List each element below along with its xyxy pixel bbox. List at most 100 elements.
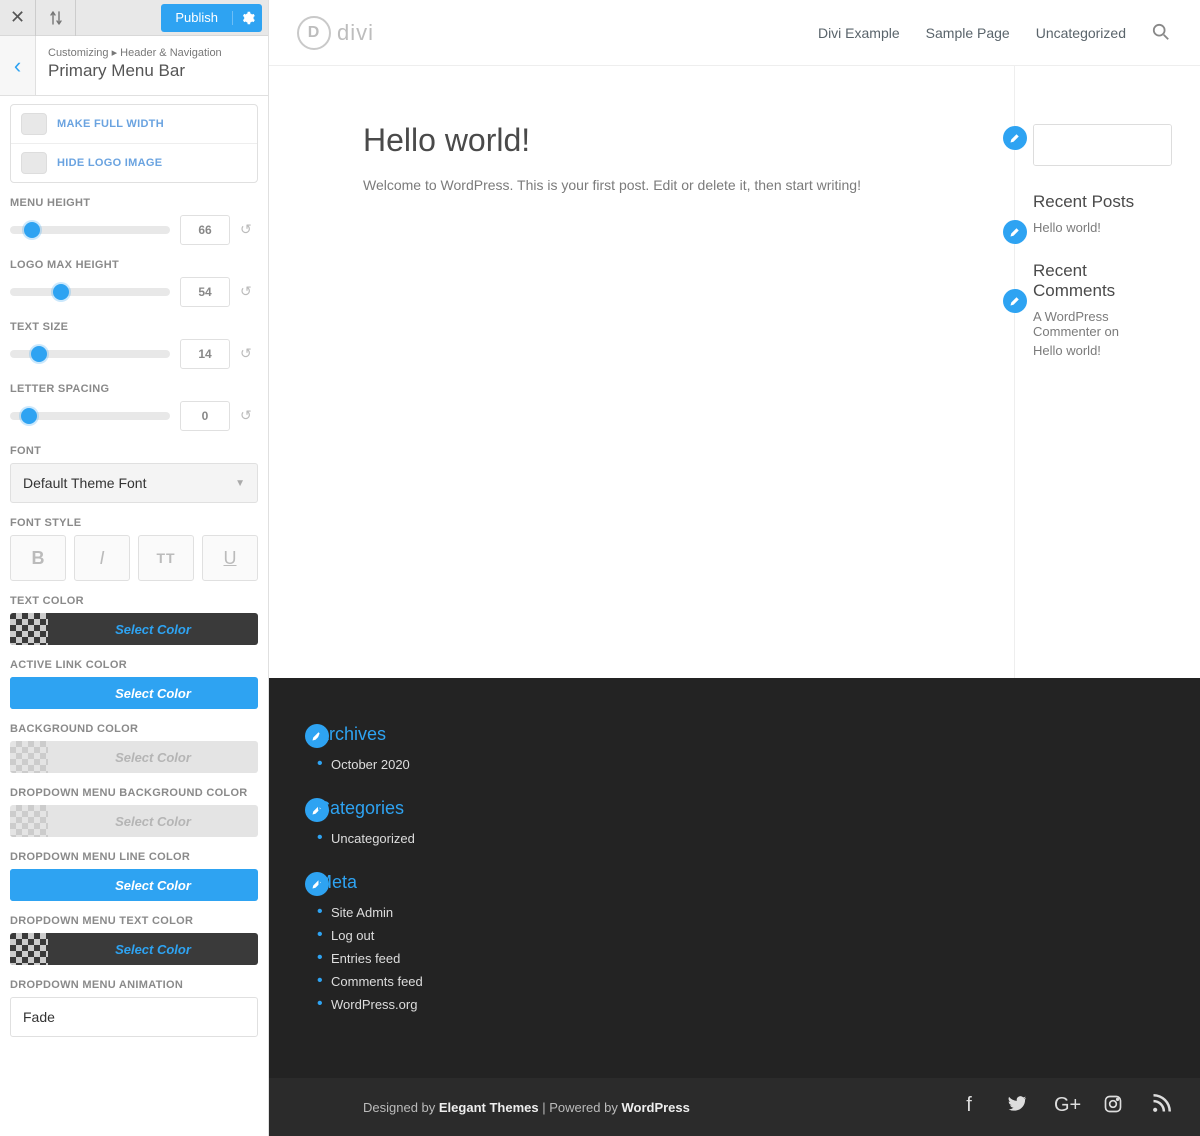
- color-picker-label: Select Color: [48, 805, 258, 837]
- dropdown-text-color-picker[interactable]: Select Color: [10, 933, 258, 965]
- letter-spacing-slider[interactable]: [10, 412, 170, 420]
- edit-pin-icon[interactable]: [1003, 220, 1027, 244]
- search-icon[interactable]: [1152, 23, 1172, 43]
- site-logo[interactable]: D divi: [297, 16, 374, 50]
- site-preview: D divi Divi Example Sample Page Uncatego…: [269, 0, 1200, 1136]
- field-label: DROPDOWN MENU ANIMATION: [10, 979, 258, 991]
- text-size-value[interactable]: 14: [180, 339, 230, 369]
- color-picker-label: Select Color: [48, 869, 258, 901]
- primary-nav: Divi Example Sample Page Uncategorized: [818, 23, 1172, 43]
- field-label: MENU HEIGHT: [10, 197, 258, 209]
- field-label: BACKGROUND COLOR: [10, 723, 258, 735]
- social-icons: f G+: [958, 1094, 1172, 1120]
- footer-credit-link[interactable]: WordPress: [621, 1100, 689, 1115]
- nav-link[interactable]: Uncategorized: [1036, 25, 1126, 41]
- footer-heading: Meta: [317, 872, 1140, 893]
- underline-button[interactable]: U: [202, 535, 258, 581]
- dropdown-bg-color-picker[interactable]: Select Color: [10, 805, 258, 837]
- reset-icon[interactable]: ↺: [240, 407, 258, 425]
- dropdown-line-color-picker[interactable]: Select Color: [10, 869, 258, 901]
- dropdown-animation-value: Fade: [23, 1009, 55, 1025]
- field-label: DROPDOWN MENU TEXT COLOR: [10, 915, 258, 927]
- close-icon[interactable]: ✕: [0, 0, 36, 36]
- twitter-icon[interactable]: [1006, 1094, 1028, 1120]
- reorder-icon[interactable]: [36, 0, 76, 36]
- field-label: ACTIVE LINK COLOR: [10, 659, 258, 671]
- search-input[interactable]: [1034, 125, 1172, 165]
- slider-knob[interactable]: [24, 222, 40, 238]
- field-label: DROPDOWN MENU LINE COLOR: [10, 851, 258, 863]
- footer-credit-link[interactable]: Elegant Themes: [439, 1100, 539, 1115]
- sidebar: Search Recent Posts Hello world! Recent …: [1014, 66, 1200, 678]
- logo-max-height-slider[interactable]: [10, 288, 170, 296]
- uppercase-button[interactable]: TT: [138, 535, 194, 581]
- bold-button[interactable]: B: [10, 535, 66, 581]
- dropdown-animation-select[interactable]: Fade: [10, 997, 258, 1037]
- nav-link[interactable]: Divi Example: [818, 25, 900, 41]
- field-label: FONT STYLE: [10, 517, 258, 529]
- field-label: LOGO MAX HEIGHT: [10, 259, 258, 271]
- nav-link[interactable]: Sample Page: [926, 25, 1010, 41]
- slider-knob[interactable]: [21, 408, 37, 424]
- slider-knob[interactable]: [31, 346, 47, 362]
- logo-max-height-value[interactable]: 54: [180, 277, 230, 307]
- customizer-topbar: ✕ Publish: [0, 0, 268, 36]
- google-plus-icon[interactable]: G+: [1054, 1094, 1076, 1120]
- facebook-icon[interactable]: f: [958, 1094, 980, 1120]
- footer-link[interactable]: Uncategorized: [331, 831, 415, 846]
- reset-icon[interactable]: ↺: [240, 345, 258, 363]
- reset-icon[interactable]: ↺: [240, 221, 258, 239]
- letter-spacing-value[interactable]: 0: [180, 401, 230, 431]
- hide-logo-switch[interactable]: [21, 152, 47, 174]
- publish-button[interactable]: Publish: [161, 10, 232, 25]
- footer-link[interactable]: Site Admin: [331, 905, 393, 920]
- toggle-full-width: MAKE FULL WIDTH: [11, 105, 257, 143]
- color-swatch: [10, 869, 48, 901]
- publish-button-group: Publish: [161, 4, 262, 32]
- site-header: D divi Divi Example Sample Page Uncatego…: [269, 0, 1200, 66]
- sidebar-heading: Recent Comments: [1033, 261, 1172, 301]
- text-size-slider[interactable]: [10, 350, 170, 358]
- sidebar-link[interactable]: Hello world!: [1033, 220, 1172, 235]
- sidebar-link[interactable]: Hello world!: [1033, 343, 1172, 358]
- footer-link[interactable]: Log out: [331, 928, 374, 943]
- field-label: LETTER SPACING: [10, 383, 258, 395]
- color-swatch: [10, 933, 48, 965]
- back-icon[interactable]: ‹: [0, 36, 36, 95]
- publish-gear-icon[interactable]: [232, 11, 262, 25]
- footer-link[interactable]: Entries feed: [331, 951, 400, 966]
- active-link-color-picker[interactable]: Select Color: [10, 677, 258, 709]
- field-label: TEXT SIZE: [10, 321, 258, 333]
- footer-link[interactable]: WordPress.org: [331, 997, 417, 1012]
- footer-link[interactable]: Comments feed: [331, 974, 423, 989]
- field-label: FONT: [10, 445, 258, 457]
- footer-bar: Designed by Elegant Themes | Powered by …: [269, 1078, 1200, 1136]
- font-select-value: Default Theme Font: [23, 475, 146, 491]
- field-label: DROPDOWN MENU BACKGROUND COLOR: [10, 787, 258, 799]
- toggle-group: MAKE FULL WIDTH HIDE LOGO IMAGE: [10, 104, 258, 183]
- post-title: Hello world!: [363, 122, 986, 159]
- edit-pin-icon[interactable]: [1003, 126, 1027, 150]
- reset-icon[interactable]: ↺: [240, 283, 258, 301]
- full-width-switch[interactable]: [21, 113, 47, 135]
- menu-height-slider[interactable]: [10, 226, 170, 234]
- color-swatch: [10, 677, 48, 709]
- color-swatch: [10, 613, 48, 645]
- italic-button[interactable]: I: [74, 535, 130, 581]
- recent-comment: A WordPress Commenter on Hello world!: [1033, 309, 1172, 358]
- font-select[interactable]: Default Theme Font ▼: [10, 463, 258, 503]
- post-content: Hello world! Welcome to WordPress. This …: [269, 66, 1014, 678]
- toggle-hide-logo: HIDE LOGO IMAGE: [11, 143, 257, 182]
- panel-title: Primary Menu Bar: [48, 61, 256, 81]
- footer-link[interactable]: October 2020: [331, 757, 410, 772]
- edit-pin-icon[interactable]: [1003, 289, 1027, 313]
- rss-icon[interactable]: [1150, 1094, 1172, 1120]
- footer-heading: Archives: [317, 724, 1140, 745]
- sidebar-search: Search: [1033, 124, 1172, 166]
- instagram-icon[interactable]: [1102, 1094, 1124, 1120]
- text-color-picker[interactable]: Select Color: [10, 613, 258, 645]
- menu-height-value[interactable]: 66: [180, 215, 230, 245]
- background-color-picker[interactable]: Select Color: [10, 741, 258, 773]
- slider-knob[interactable]: [53, 284, 69, 300]
- field-label: TEXT COLOR: [10, 595, 258, 607]
